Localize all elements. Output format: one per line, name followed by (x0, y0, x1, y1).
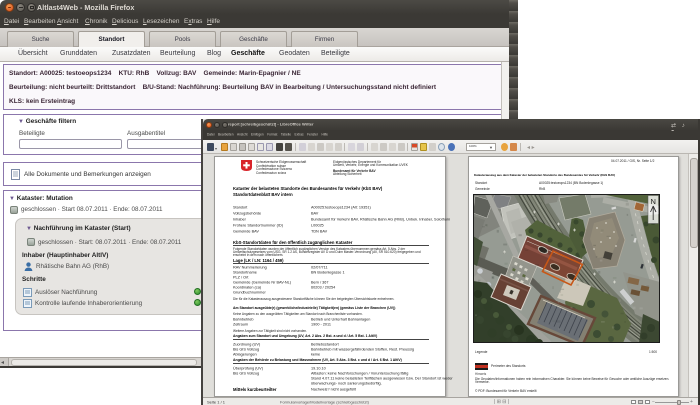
svg-text:N: N (651, 197, 656, 206)
